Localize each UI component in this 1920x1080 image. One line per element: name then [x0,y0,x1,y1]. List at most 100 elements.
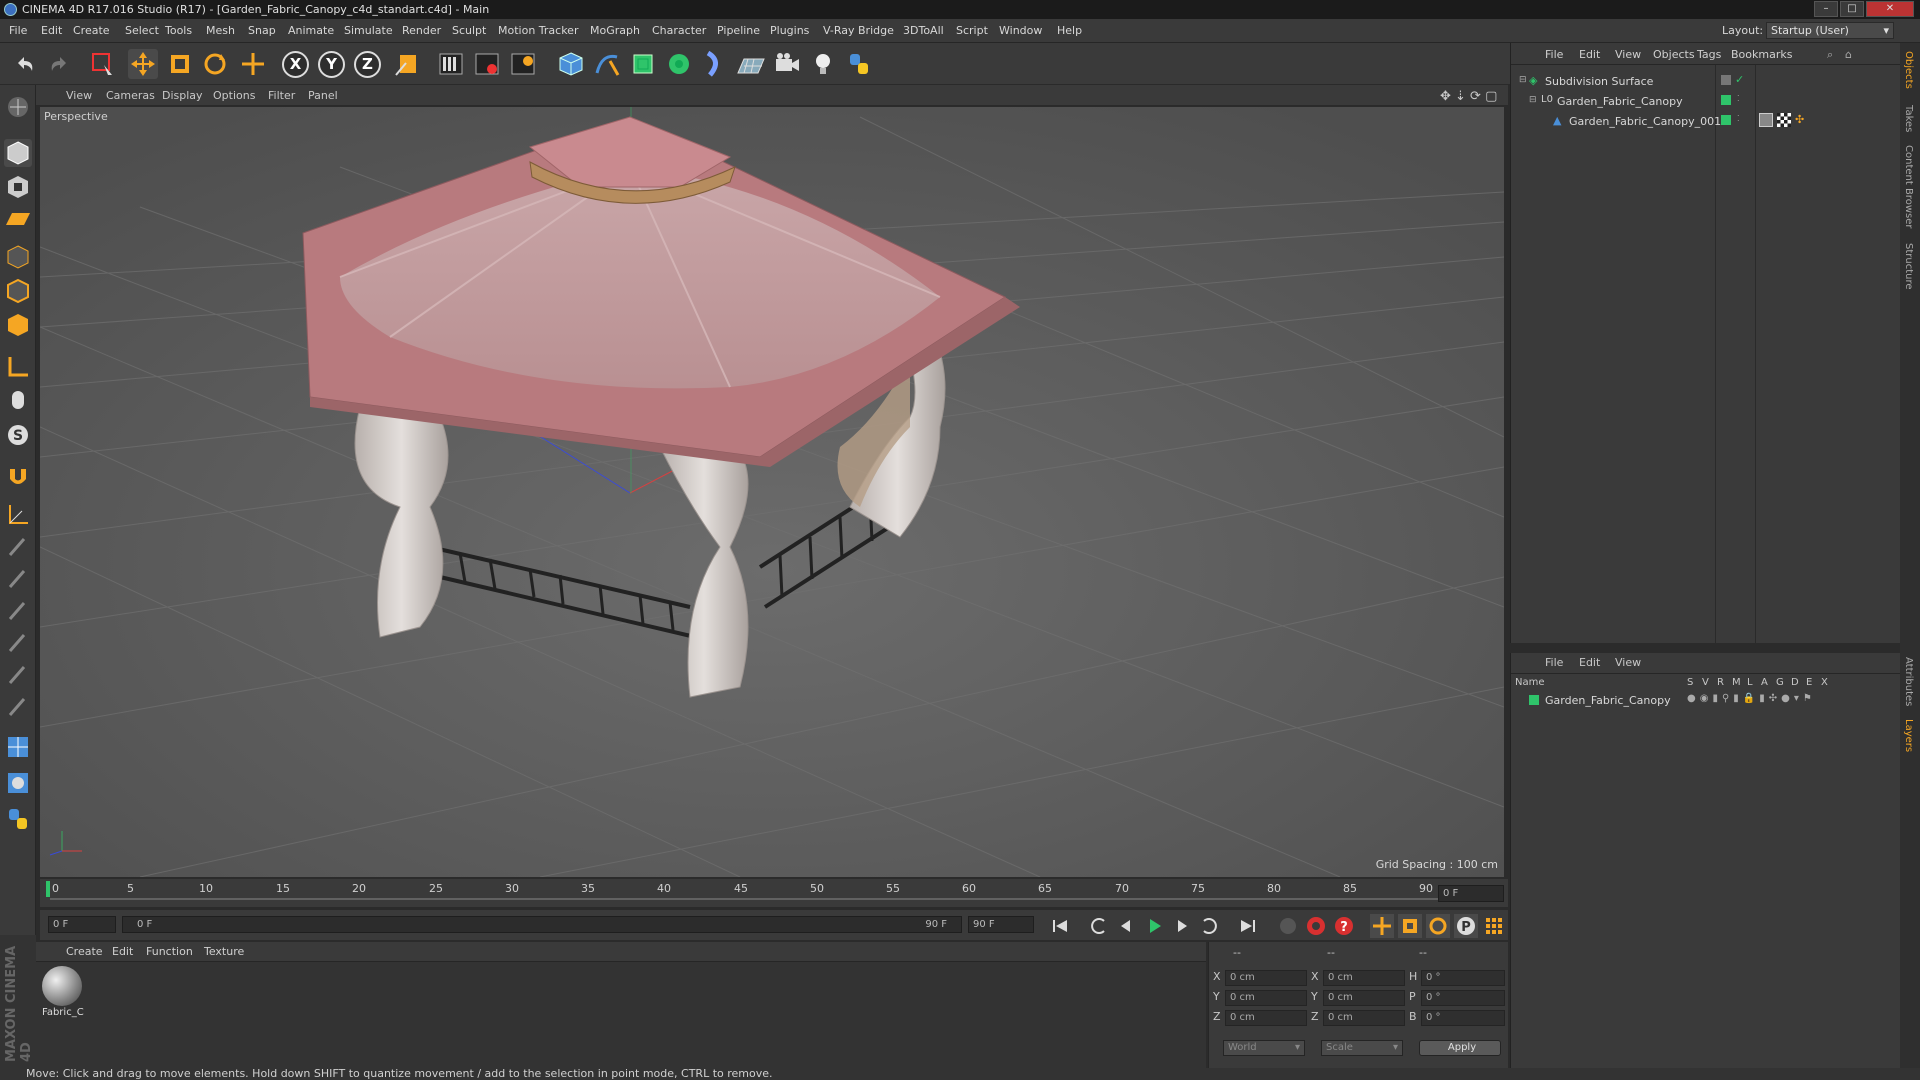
layer-color-swatch[interactable] [1721,75,1731,85]
key-pla-icon[interactable] [1482,914,1506,938]
redo-icon[interactable] [44,49,74,79]
sculpt-brush-icon-4[interactable] [4,629,32,657]
material-menu-edit[interactable]: Edit [112,945,133,958]
3d-viewport[interactable]: Perspective Grid Spacing : 100 cm [40,107,1504,877]
scale-tool-icon[interactable] [165,49,195,79]
layout-dropdown[interactable]: Startup (User) ▾ [1766,22,1894,39]
enable-axis-icon[interactable] [4,353,32,381]
layer-toggle-icons[interactable]: ●◉▮⚲▮🔒▮✣●▾⚑ [1687,693,1816,704]
sculpt-brush-icon-6[interactable] [4,693,32,721]
transform-tool-icon[interactable] [238,49,268,79]
pos-x-field[interactable]: 0 cm [1225,970,1307,986]
record-keyframe-icon[interactable] [1304,914,1328,938]
size-y-field[interactable]: 0 cm [1323,990,1405,1006]
obj-menu-objects[interactable]: Objects [1653,48,1695,61]
previous-frame-icon[interactable] [1114,914,1138,938]
current-frame-field[interactable]: 0 F [1438,885,1504,902]
material-menu-texture[interactable]: Texture [204,945,244,958]
size-x-field[interactable]: 0 cm [1323,970,1405,986]
home-icon[interactable]: ⌂ [1845,48,1852,61]
render-picture-viewer-icon[interactable] [472,49,502,79]
side-tab-structure[interactable]: Structure [1903,243,1914,290]
menu-sculpt[interactable]: Sculpt [452,24,486,37]
polygons-mode-icon[interactable] [4,311,32,339]
key-rotation-icon[interactable] [1426,914,1450,938]
maximize-button[interactable]: □ [1840,1,1864,17]
go-to-start-icon[interactable] [1048,914,1072,938]
menu-simulate[interactable]: Simulate [344,24,393,37]
sculpt-brush-icon-2[interactable] [4,565,32,593]
viewport-nav-icons[interactable]: ✥ ⇣ ⟳ ▢ [1440,89,1497,104]
python-script-icon[interactable] [844,49,874,79]
key-position-icon[interactable] [1370,914,1394,938]
model-mode-icon[interactable] [4,139,32,167]
tweak-mode-icon[interactable] [4,387,32,415]
playhead[interactable] [46,881,50,897]
menu-script[interactable]: Script [956,24,988,37]
size-z-field[interactable]: 0 cm [1323,1010,1405,1026]
collapse-icon[interactable]: ⊟ [1519,75,1527,85]
start-frame-field[interactable]: 0 F [48,916,116,933]
menu-mograph[interactable]: MoGraph [590,24,640,37]
key-parameter-icon[interactable]: P [1454,914,1478,938]
cloner-icon[interactable] [664,49,694,79]
menu-vray-bridge[interactable]: V-Ray Bridge [823,24,894,37]
viewport-menu-display[interactable]: Display [162,89,203,102]
layer-color-swatch[interactable] [1529,695,1539,705]
layer-menu-edit[interactable]: Edit [1579,656,1600,669]
rot-b-field[interactable]: 0 ° [1421,1010,1505,1026]
visibility-dots-icon[interactable]: ⁚ [1737,114,1740,123]
size-mode-dropdown[interactable]: Scale ▾ [1321,1040,1403,1056]
search-icon[interactable]: ⌕ [1827,48,1833,62]
rot-h-field[interactable]: 0 ° [1421,970,1505,986]
magnet-icon[interactable] [4,463,32,491]
texture-tag-icon[interactable] [1759,113,1773,127]
menu-motion-tracker[interactable]: Motion Tracker [498,24,578,37]
move-tool-icon[interactable] [128,49,158,79]
make-editable-icon[interactable] [4,93,32,121]
obj-menu-tags[interactable]: Tags [1697,48,1721,61]
side-tab-objects[interactable]: Objects [1903,51,1914,89]
render-settings-icon[interactable] [508,49,538,79]
menu-pipeline[interactable]: Pipeline [717,24,760,37]
menu-3dtoall[interactable]: 3DToAll [903,24,944,37]
python-icon[interactable] [4,805,32,833]
side-tab-attributes[interactable]: Attributes [1903,657,1914,706]
subdivision-surface-icon[interactable] [628,49,658,79]
key-scale-icon[interactable] [1398,914,1422,938]
pos-z-field[interactable]: 0 cm [1225,1010,1307,1026]
object-row[interactable]: ⊟ L0 Garden_Fabric_Canopy ⁚ [1511,93,1901,111]
menu-snap[interactable]: Snap [248,24,276,37]
layer-solo-icon[interactable] [4,769,32,797]
menu-create[interactable]: Create [73,24,110,37]
menu-window[interactable]: Window [999,24,1042,37]
light-icon[interactable] [808,49,838,79]
obj-menu-view[interactable]: View [1615,48,1641,61]
undo-icon[interactable] [10,49,40,79]
menu-animate[interactable]: Animate [288,24,334,37]
material-swatch[interactable]: Fabric_C [42,966,84,1020]
next-key-icon[interactable] [1198,914,1222,938]
minimize-button[interactable]: – [1814,1,1838,17]
sculpt-brush-icon-1[interactable] [4,533,32,561]
obj-menu-bookmarks[interactable]: Bookmarks [1731,48,1792,61]
visibility-dots-icon[interactable]: ⁚ [1737,94,1740,103]
apply-button[interactable]: Apply [1419,1040,1501,1056]
layer-row[interactable]: Garden_Fabric_Canopy ●◉▮⚲▮🔒▮✣●▾⚑ [1511,693,1901,711]
close-button[interactable]: ✕ [1866,1,1914,17]
frame-range-slider[interactable]: 0 F 90 F [122,916,962,933]
workplane-icon[interactable] [4,205,32,233]
viewport-menu-filter[interactable]: Filter [268,89,295,102]
snapping-icon[interactable]: S [4,421,32,449]
tag-icon[interactable]: ✣ [1795,113,1804,126]
obj-menu-edit[interactable]: Edit [1579,48,1600,61]
menu-plugins[interactable]: Plugins [770,24,809,37]
layer-color-swatch[interactable] [1721,115,1731,125]
cube-primitive-icon[interactable] [556,49,586,79]
pen-spline-icon[interactable] [592,49,622,79]
side-tab-content-browser[interactable]: Content Browser [1903,145,1914,228]
play-icon[interactable] [1142,914,1166,938]
coordinate-mode-dropdown[interactable]: World ▾ [1223,1040,1305,1056]
motion-record-icon[interactable] [1276,914,1300,938]
object-row[interactable]: ⊟ ◈ Subdivision Surface ✓ [1511,73,1901,91]
